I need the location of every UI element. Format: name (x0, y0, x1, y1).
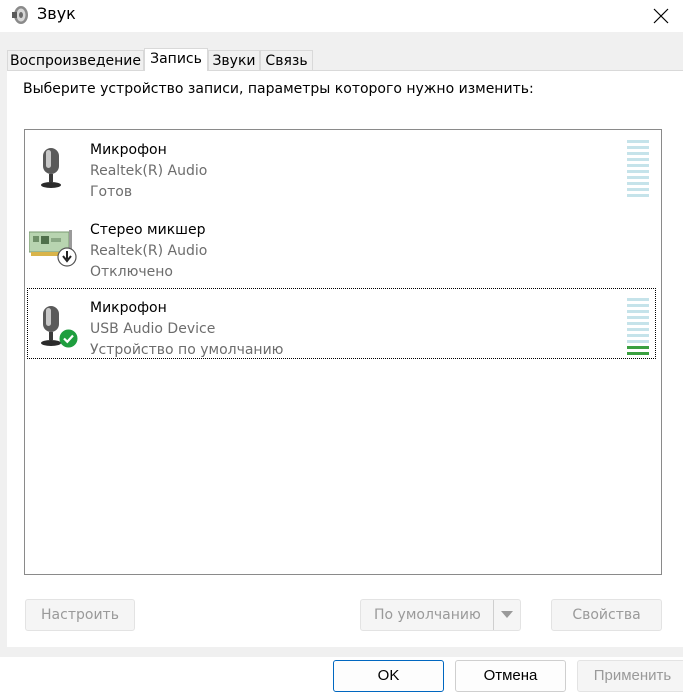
meter-segment (627, 158, 649, 161)
set-default-dropdown[interactable] (493, 600, 520, 630)
meter-segment (627, 352, 649, 355)
meter-segment (627, 328, 649, 331)
disabled-arrow-icon (57, 247, 77, 267)
title-bar: Звук (0, 0, 683, 32)
meter-segment (627, 188, 649, 191)
device-driver: Realtek(R) Audio (90, 163, 208, 179)
device-name: Стерео микшер (90, 222, 206, 238)
level-meter (627, 140, 649, 200)
microphone-icon (41, 148, 61, 188)
device-status: Отключено (90, 264, 173, 280)
level-meter (627, 298, 649, 358)
speaker-icon (12, 6, 28, 24)
meter-segment (627, 316, 649, 319)
meter-segment (627, 340, 649, 343)
meter-segment (627, 310, 649, 313)
configure-button[interactable]: Настроить (25, 599, 135, 631)
meter-segment (627, 322, 649, 325)
apply-button[interactable]: Применить (577, 660, 683, 692)
device-name: Микрофон (90, 142, 167, 158)
recording-tab-page: Выберите устройство записи, параметры ко… (7, 70, 683, 647)
cancel-button[interactable]: Отмена (455, 660, 566, 692)
close-icon (653, 8, 669, 24)
tab-recording[interactable]: Запись (144, 48, 208, 71)
set-default-label: По умолчанию (374, 607, 481, 623)
set-default-button[interactable]: По умолчанию (360, 599, 521, 631)
meter-segment (627, 346, 649, 349)
dialog-content: Воспроизведение Запись Звуки Связь Выбер… (0, 32, 683, 657)
meter-segment (627, 164, 649, 167)
tab-sounds[interactable]: Звуки (208, 50, 260, 70)
device-name: Микрофон (90, 300, 167, 316)
device-status: Готов (90, 184, 133, 200)
close-button[interactable] (639, 0, 683, 32)
device-driver: USB Audio Device (90, 321, 216, 337)
chevron-down-icon (501, 611, 513, 618)
meter-segment (627, 182, 649, 185)
device-driver: Realtek(R) Audio (90, 243, 208, 259)
meter-segment (627, 298, 649, 301)
meter-segment (627, 334, 649, 337)
tab-playback[interactable]: Воспроизведение (7, 50, 144, 70)
instruction-text: Выберите устройство записи, параметры ко… (23, 81, 534, 97)
tab-communications[interactable]: Связь (260, 50, 313, 70)
device-list[interactable]: Микрофон Realtek(R) Audio Готов Стерео м… (24, 129, 662, 575)
meter-segment (627, 140, 649, 143)
meter-segment (627, 176, 649, 179)
ok-button[interactable]: OK (333, 660, 444, 692)
meter-segment (627, 146, 649, 149)
meter-segment (627, 194, 649, 197)
device-status: Устройство по умолчанию (90, 342, 284, 358)
meter-segment (627, 170, 649, 173)
properties-button[interactable]: Свойства (551, 599, 662, 631)
meter-segment (627, 152, 649, 155)
device-item[interactable]: Стерео микшер Realtek(R) Audio Отключено (25, 210, 661, 280)
device-item[interactable]: Микрофон Realtek(R) Audio Готов (25, 130, 661, 200)
meter-segment (627, 304, 649, 307)
window-title: Звук (37, 4, 76, 23)
device-item-selected[interactable]: Микрофон USB Audio Device Устройство по … (25, 288, 661, 359)
default-check-icon (59, 329, 78, 348)
